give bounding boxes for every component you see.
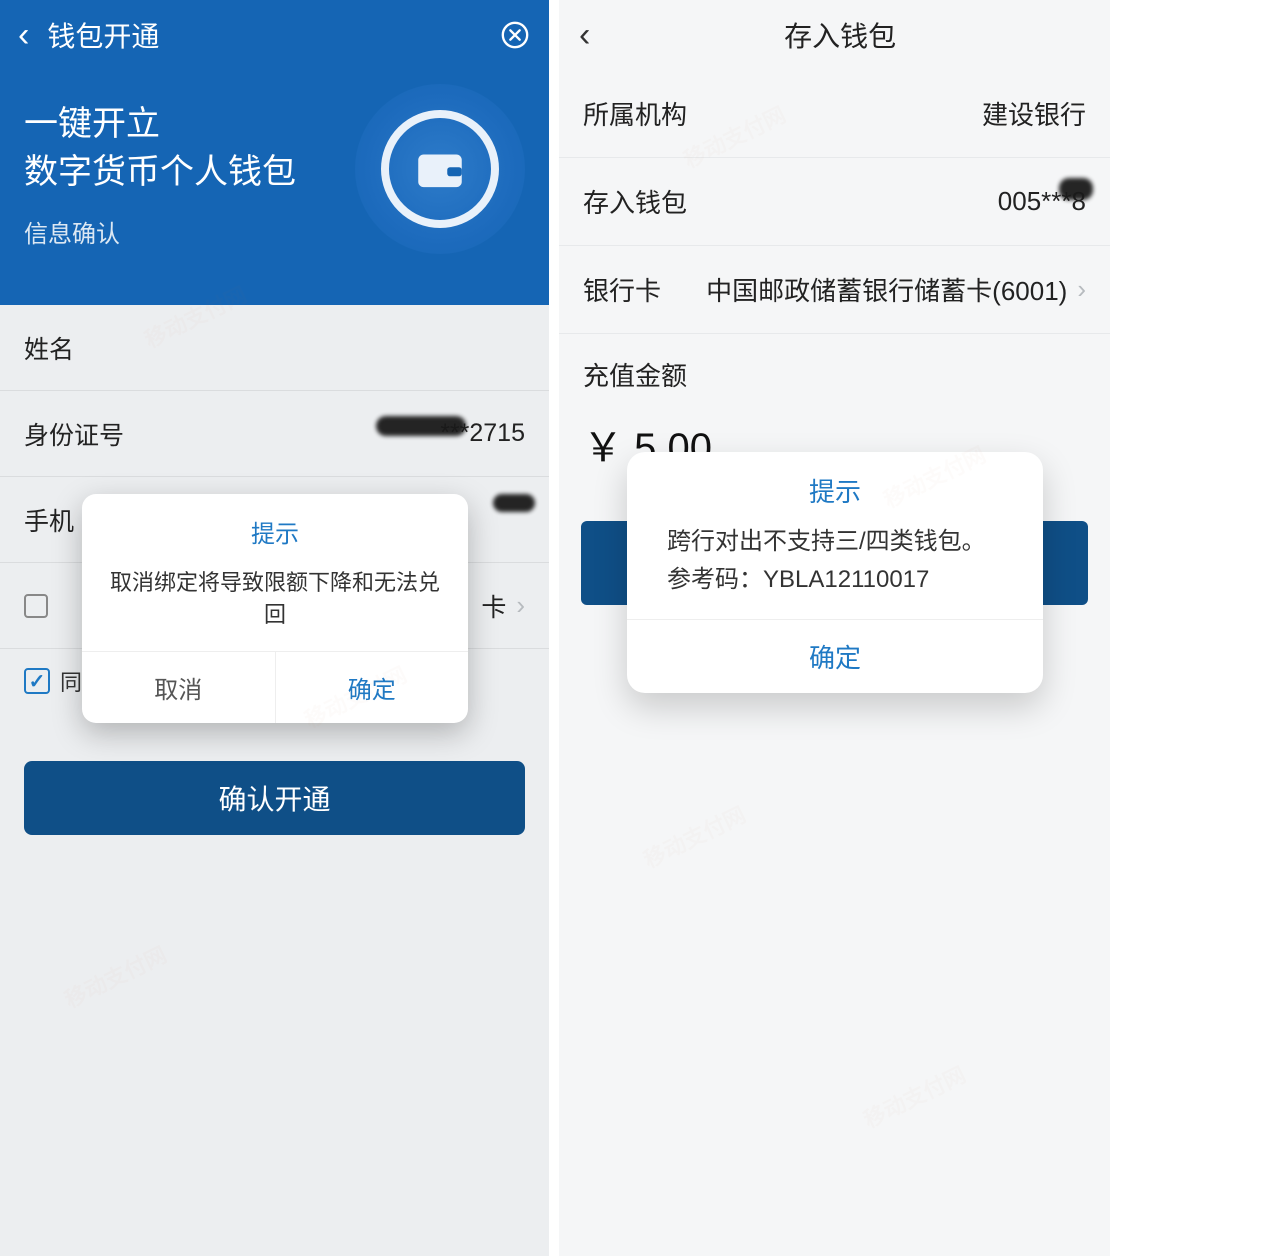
right-titlebar: ‹ 存入钱包 [559, 0, 1110, 70]
left-hero: 一键开立 数字货币个人钱包 信息确认 [0, 70, 549, 305]
redaction-mark [376, 416, 466, 436]
row-card-label: 银行卡 [583, 271, 706, 308]
redaction-mark [493, 494, 535, 512]
wallet-icon [355, 84, 525, 254]
row-id[interactable]: 身份证号 ***2715 [0, 391, 549, 477]
row-wallet-label: 存入钱包 [583, 183, 998, 220]
row-wallet[interactable]: 存入钱包 005***8 [559, 158, 1110, 246]
row-card[interactable]: 银行卡 中国邮政储蓄银行储蓄卡(6001) › [559, 246, 1110, 334]
left-titlebar: ‹ 钱包开通 [0, 0, 549, 70]
checkbox-icon[interactable] [24, 594, 48, 618]
agree-checkbox[interactable]: ✓ [24, 668, 50, 694]
amount-value: ￥ 5.00 [559, 407, 1110, 501]
row-name[interactable]: 姓名 [0, 305, 549, 391]
confirm-open-button[interactable]: 确认开通 [24, 761, 525, 835]
agree-prefix: 同意 [60, 665, 104, 697]
right-title: 存入钱包 [634, 15, 1046, 55]
chevron-right-icon: › [516, 590, 525, 621]
agree-row: ✓ 同意 《开通数字货币个人钱包协议》 [0, 649, 549, 697]
submit-bar[interactable] [581, 521, 1088, 605]
dialog-ok-button[interactable]: 确定 [627, 619, 1043, 693]
row-org-value: 建设银行 [982, 95, 1086, 132]
redaction-mark [1059, 178, 1093, 200]
amount-label: 充值金额 [559, 334, 1110, 407]
row-phone-label: 手机 [24, 502, 525, 538]
agreement-link[interactable]: 《开通数字货币个人钱包协议》 [110, 665, 418, 697]
row-bind-suffix: 卡 [481, 588, 506, 624]
row-org: 所属机构 建设银行 [559, 70, 1110, 158]
right-screen: ‹ 存入钱包 所属机构 建设银行 存入钱包 005***8 银行卡 中国邮政储蓄… [559, 0, 1110, 1256]
row-phone[interactable]: 手机 [0, 477, 549, 563]
row-org-label: 所属机构 [583, 95, 982, 132]
back-icon[interactable]: ‹ [579, 16, 590, 55]
row-card-value: 中国邮政储蓄银行储蓄卡(6001) [706, 271, 1067, 308]
row-name-label: 姓名 [24, 330, 525, 366]
left-title: 钱包开通 [47, 15, 499, 55]
back-icon[interactable]: ‹ [18, 16, 29, 55]
row-bind-card[interactable]: 卡 › [0, 563, 549, 649]
chevron-right-icon: › [1077, 274, 1086, 305]
close-icon[interactable] [499, 19, 531, 51]
left-screen: ‹ 钱包开通 一键开立 数字货币个人钱包 信息确认 姓名 身份证号 ***271… [0, 0, 549, 1256]
